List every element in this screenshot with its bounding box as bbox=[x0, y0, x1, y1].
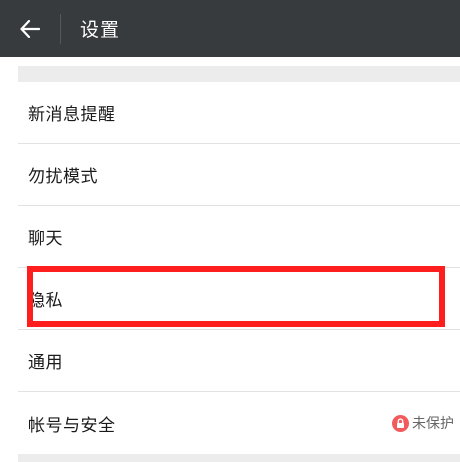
header-divider bbox=[60, 13, 61, 44]
settings-item-label: 聊天 bbox=[28, 229, 63, 249]
settings-item-label: 勿扰模式 bbox=[28, 167, 98, 187]
bottom-separator bbox=[18, 454, 460, 462]
settings-item-new-message-alerts[interactable]: 新消息提醒 bbox=[18, 82, 460, 144]
title-bar: 设置 bbox=[0, 0, 460, 57]
settings-item-do-not-disturb[interactable]: 勿扰模式 bbox=[18, 144, 460, 206]
settings-item-label: 帐号与安全 bbox=[28, 415, 116, 436]
security-status-text: 未保护 bbox=[412, 416, 454, 432]
back-button[interactable] bbox=[0, 0, 60, 57]
lock-icon bbox=[392, 414, 409, 432]
security-status: 未保护 bbox=[392, 413, 454, 433]
section-separator bbox=[18, 66, 460, 82]
settings-item-general[interactable]: 通用 bbox=[18, 330, 460, 392]
settings-item-privacy[interactable]: 隐私 bbox=[18, 268, 460, 330]
settings-item-account-security[interactable]: 帐号与安全 未保护 bbox=[18, 392, 460, 454]
settings-item-chat[interactable]: 聊天 bbox=[18, 206, 460, 268]
settings-item-label: 隐私 bbox=[28, 291, 63, 311]
page-title: 设置 bbox=[80, 19, 121, 41]
arrow-left-icon bbox=[20, 19, 40, 38]
settings-list: 新消息提醒 勿扰模式 聊天 隐私 通用 帐号与安全 未保护 bbox=[18, 82, 460, 454]
settings-item-label: 通用 bbox=[28, 353, 63, 373]
settings-item-label: 新消息提醒 bbox=[28, 105, 116, 125]
